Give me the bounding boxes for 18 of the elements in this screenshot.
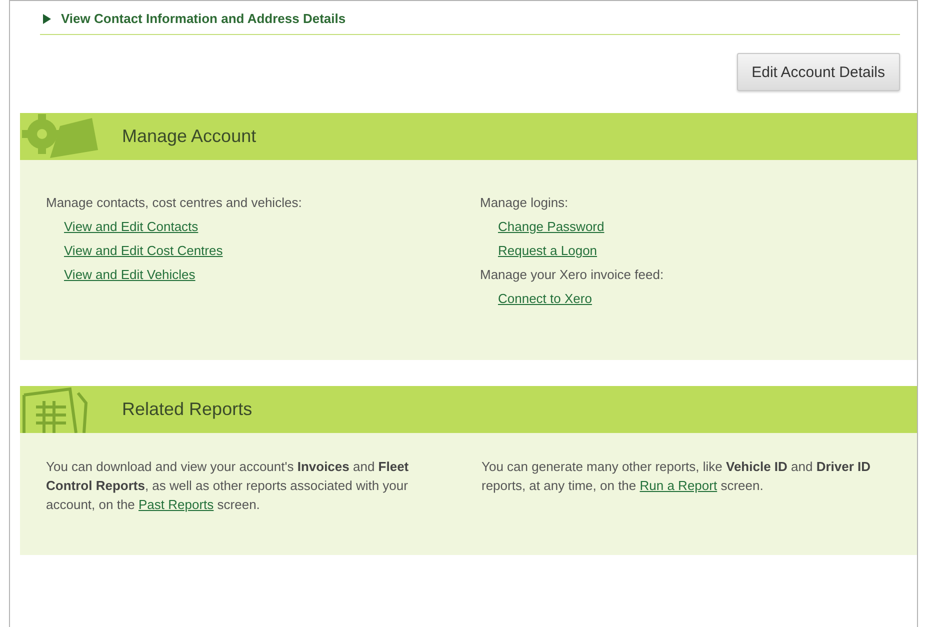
section-title: Related Reports <box>122 399 252 420</box>
group-heading: Manage contacts, cost centres and vehicles: <box>46 195 302 210</box>
expand-triangle-icon <box>43 14 51 24</box>
account-link[interactable]: View and Edit Contacts <box>64 219 198 234</box>
account-link[interactable]: View and Edit Vehicles <box>64 267 196 282</box>
edit-account-details-button[interactable]: Edit Account Details <box>736 53 900 91</box>
section-title: Manage Account <box>122 126 256 147</box>
account-link[interactable]: Change Password <box>498 219 604 234</box>
report-description: You can generate many other reports, like Vehicle ID and Driver ID reports, at any time, on the Run a Report screen. <box>482 458 872 495</box>
report-link[interactable]: Run a Report <box>640 478 718 493</box>
group-heading: Manage logins: <box>480 195 568 210</box>
report-link[interactable]: Past Reports <box>138 497 214 512</box>
report-description: You can download and view your account's Invoices and Fleet Control Reports, as well as other reports associated with your account, on the Past Reports screen. <box>46 458 410 514</box>
group-heading: Manage your Xero invoice feed: <box>480 267 664 282</box>
account-link[interactable]: Connect to Xero <box>498 291 592 306</box>
contact-details-toggle[interactable]: View Contact Information and Address Details <box>40 11 346 26</box>
account-link[interactable]: View and Edit Cost Centres <box>64 243 223 258</box>
account-link[interactable]: Request a Logon <box>498 243 598 258</box>
